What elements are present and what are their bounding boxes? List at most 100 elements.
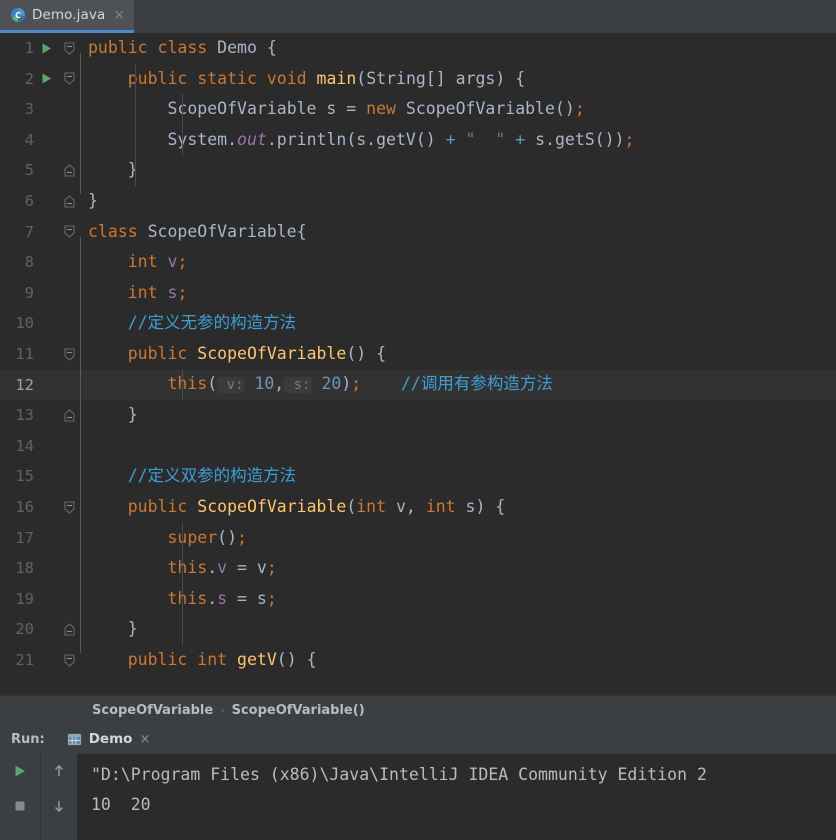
code-token: ScopeOfVariable bbox=[405, 99, 555, 119]
indent-guide bbox=[182, 94, 183, 156]
gutter-fold-marker[interactable] bbox=[56, 225, 82, 239]
line-number: 17 bbox=[15, 528, 34, 547]
gutter-fold-marker[interactable] bbox=[56, 654, 82, 667]
code-token: ( bbox=[207, 374, 218, 394]
code-token: ScopeOfVariable bbox=[147, 221, 297, 241]
code-editor[interactable]: 1 public class Demo {2 public static void… bbox=[0, 33, 836, 695]
scroll-down-button[interactable] bbox=[48, 795, 70, 817]
code-text: this.s = s; bbox=[82, 584, 836, 615]
line-number: 19 bbox=[15, 589, 34, 608]
gutter-fold-marker[interactable] bbox=[56, 72, 82, 86]
chevron-right-icon: › bbox=[220, 703, 225, 717]
fold-collapse-icon[interactable] bbox=[63, 164, 75, 177]
line-number: 3 bbox=[24, 100, 34, 119]
code-line[interactable]: 9 int s; bbox=[0, 278, 836, 309]
code-line[interactable]: 1 public class Demo { bbox=[0, 33, 836, 64]
scroll-up-button[interactable] bbox=[48, 760, 70, 782]
breadcrumb-item[interactable]: ScopeOfVariable() bbox=[232, 703, 365, 718]
code-token: () bbox=[554, 99, 575, 119]
fold-expanded-icon[interactable] bbox=[63, 225, 75, 239]
arrow-up-icon bbox=[55, 765, 63, 776]
gutter-fold-marker[interactable] bbox=[56, 623, 82, 636]
breadcrumb-item[interactable]: ScopeOfVariable bbox=[92, 703, 213, 718]
code-line[interactable]: 14 bbox=[0, 431, 836, 462]
code-token: } bbox=[88, 160, 138, 180]
code-text: } bbox=[82, 400, 836, 431]
code-token: s bbox=[217, 588, 228, 608]
console-output[interactable]: "D:\Program Files (x86)\Java\IntelliJ ID… bbox=[77, 754, 836, 840]
fold-rail bbox=[80, 53, 81, 194]
console-line: "D:\Program Files (x86)\Java\IntelliJ ID… bbox=[91, 765, 707, 784]
code-line[interactable]: 4 System.out.println(s.getV() + " " + s.… bbox=[0, 125, 836, 156]
gutter-fold-marker[interactable] bbox=[56, 42, 82, 55]
code-line[interactable]: 11 public ScopeOfVariable() { bbox=[0, 339, 836, 370]
code-line[interactable]: 5 } bbox=[0, 155, 836, 186]
code-token: 10 bbox=[254, 374, 275, 394]
code-line[interactable]: 20 } bbox=[0, 614, 836, 645]
line-number: 4 bbox=[24, 130, 34, 149]
code-line[interactable]: 19 this.s = s; bbox=[0, 584, 836, 615]
code-line[interactable]: 12 this( v: 10, s: 20); //调用有参构造方法 bbox=[0, 369, 836, 401]
fold-expanded-icon[interactable] bbox=[63, 42, 75, 55]
close-icon[interactable]: × bbox=[139, 732, 150, 747]
code-line[interactable]: 7 class ScopeOfVariable{ bbox=[0, 217, 836, 248]
code-token: v, bbox=[386, 496, 426, 516]
line-number: 6 bbox=[24, 191, 34, 210]
code-text: int s; bbox=[82, 278, 836, 309]
code-line[interactable]: 8 int v; bbox=[0, 247, 836, 278]
code-token: int bbox=[127, 252, 158, 272]
gutter-fold-marker[interactable] bbox=[56, 501, 82, 514]
fold-expanded-icon[interactable] bbox=[63, 501, 75, 514]
code-line[interactable]: 6} bbox=[0, 186, 836, 217]
code-line[interactable]: 18 this.v = v; bbox=[0, 553, 836, 584]
code-lines: 1 public class Demo {2 public static void… bbox=[0, 33, 836, 675]
gutter-run-button[interactable] bbox=[36, 42, 56, 55]
code-line[interactable]: 16 public ScopeOfVariable(int v, int s) … bbox=[0, 492, 836, 523]
code-line[interactable]: 21 public int getV() { bbox=[0, 645, 836, 676]
gutter-fold-marker[interactable] bbox=[56, 409, 82, 422]
code-token: int bbox=[425, 496, 456, 516]
code-line[interactable]: 13 } bbox=[0, 400, 836, 431]
gutter-fold-marker[interactable] bbox=[56, 348, 82, 361]
gutter-fold-marker[interactable] bbox=[56, 164, 82, 177]
code-token: main bbox=[316, 68, 357, 88]
fold-collapse-icon[interactable] bbox=[63, 623, 75, 636]
fold-expanded-icon[interactable] bbox=[63, 72, 75, 86]
code-token: s bbox=[167, 282, 178, 302]
code-token: this bbox=[167, 588, 208, 608]
code-line[interactable]: 17 super(); bbox=[0, 523, 836, 554]
line-number: 20 bbox=[15, 620, 34, 639]
run-tab-demo[interactable]: Demo × bbox=[61, 729, 158, 749]
line-number: 1 bbox=[24, 39, 34, 57]
line-number: 7 bbox=[24, 222, 34, 241]
code-text: this( v: 10, s: 20); //调用有参构造方法 bbox=[82, 369, 836, 401]
code-text: ScopeOfVariable s = new ScopeOfVariable(… bbox=[82, 94, 836, 125]
rerun-button[interactable] bbox=[9, 760, 31, 782]
editor-tab-demo-java[interactable]: C Demo.java × bbox=[0, 0, 135, 33]
gutter-fold-marker[interactable] bbox=[56, 195, 82, 208]
fold-expanded-icon[interactable] bbox=[63, 348, 75, 361]
code-line[interactable]: 15 //定义双参的构造方法 bbox=[0, 461, 836, 492]
arrow-down-icon bbox=[55, 801, 63, 812]
code-line[interactable]: 3 ScopeOfVariable s = new ScopeOfVariabl… bbox=[0, 94, 836, 125]
code-line[interactable]: 2 public static void main(String[] args)… bbox=[0, 64, 836, 95]
line-number: 21 bbox=[15, 650, 34, 669]
fold-collapse-icon[interactable] bbox=[63, 195, 75, 208]
fold-expanded-icon[interactable] bbox=[63, 654, 75, 667]
code-token: + bbox=[445, 129, 456, 149]
gutter-run-button[interactable] bbox=[36, 72, 56, 85]
close-icon[interactable]: × bbox=[111, 8, 125, 22]
code-token: () { bbox=[276, 649, 317, 669]
stop-button[interactable] bbox=[9, 795, 31, 817]
fold-collapse-icon[interactable] bbox=[63, 409, 75, 422]
code-token: ; bbox=[177, 252, 188, 272]
run-tool-window: Run: Demo × "D:\Program Files (x86)\Java… bbox=[0, 724, 836, 840]
code-line[interactable]: 10 //定义无参的构造方法 bbox=[0, 308, 836, 339]
